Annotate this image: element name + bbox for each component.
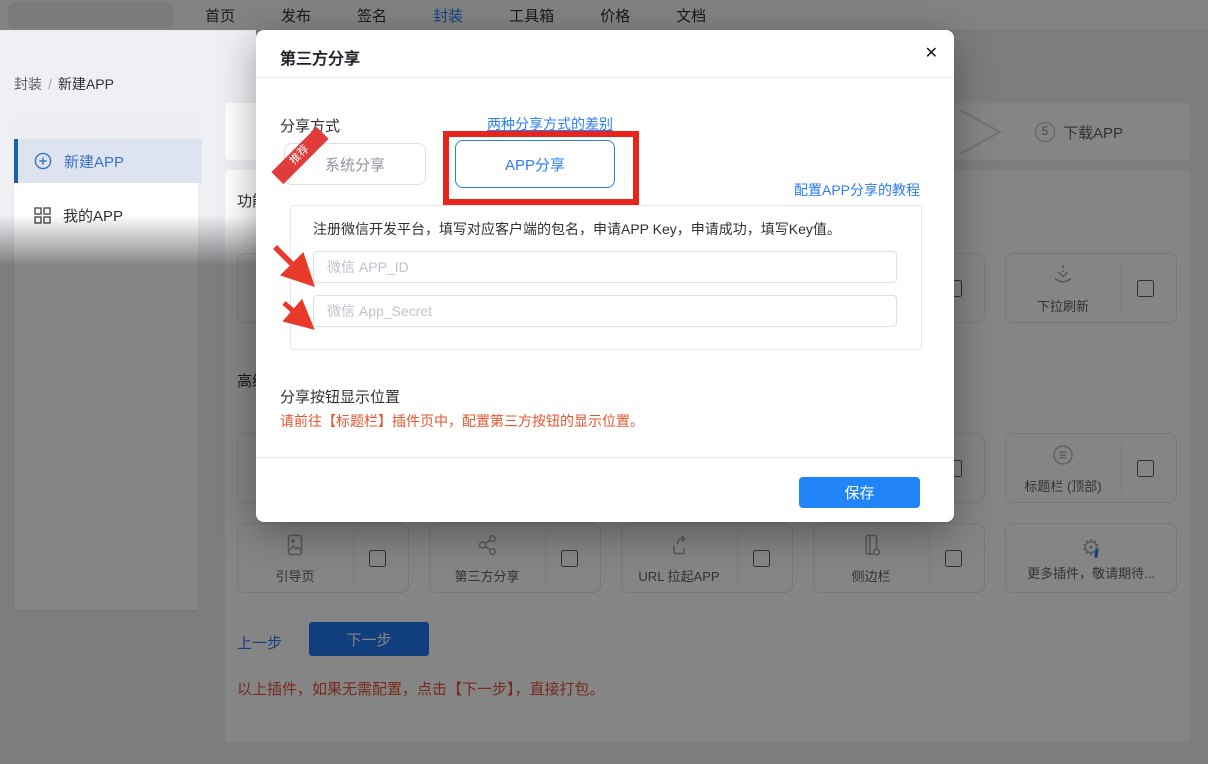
breadcrumb-current: 新建APP (58, 76, 114, 92)
share-button-position-note: 请前往【标题栏】插件页中，配置第三方按钮的显示位置。 (280, 411, 644, 431)
modal-title: 第三方分享 (280, 45, 360, 69)
system-share-button[interactable]: 推荐 系统分享 (284, 143, 426, 185)
modal-footer-divider (256, 457, 954, 458)
sidebar-item-new-app[interactable]: 新建APP (14, 139, 202, 183)
sidebar-item-label: 新建APP (64, 151, 124, 172)
sidebar-top-strip (14, 115, 198, 139)
breadcrumb-separator: / (48, 76, 52, 92)
wechat-appsecret-input[interactable] (313, 295, 897, 327)
share-button-position-label: 分享按钮显示位置 (280, 386, 400, 407)
annotation-highlight-box (443, 131, 639, 205)
save-button[interactable]: 保存 (799, 477, 920, 508)
breadcrumb: 封装 / 新建APP (14, 74, 114, 94)
system-share-label: 系统分享 (325, 154, 385, 175)
close-icon[interactable]: ✕ (925, 43, 938, 63)
breadcrumb-section[interactable]: 封装 (14, 76, 42, 92)
third-party-share-modal: 第三方分享 ✕ 分享方式 两种分享方式的差别 推荐 系统分享 APP分享 配置A… (256, 30, 954, 522)
app-share-tutorial-link[interactable]: 配置APP分享的教程 (794, 180, 920, 200)
plus-circle-icon (34, 152, 52, 170)
wechat-appid-input[interactable] (313, 251, 897, 283)
wechat-instruction: 注册微信开发平台，填写对应客户端的包名，申请APP Key，申请成功，填写Key… (313, 219, 841, 239)
app-window: 首页 发布 签名 封装 工具箱 价格 文档 封装/新建APP 新建APP 我的A… (0, 0, 1208, 764)
modal-mask-left (0, 215, 256, 764)
modal-mask-top (0, 0, 1208, 30)
wechat-config-panel: 注册微信开发平台，填写对应客户端的包名，申请APP Key，申请成功，填写Key… (290, 205, 922, 350)
modal-header-divider (256, 77, 954, 78)
